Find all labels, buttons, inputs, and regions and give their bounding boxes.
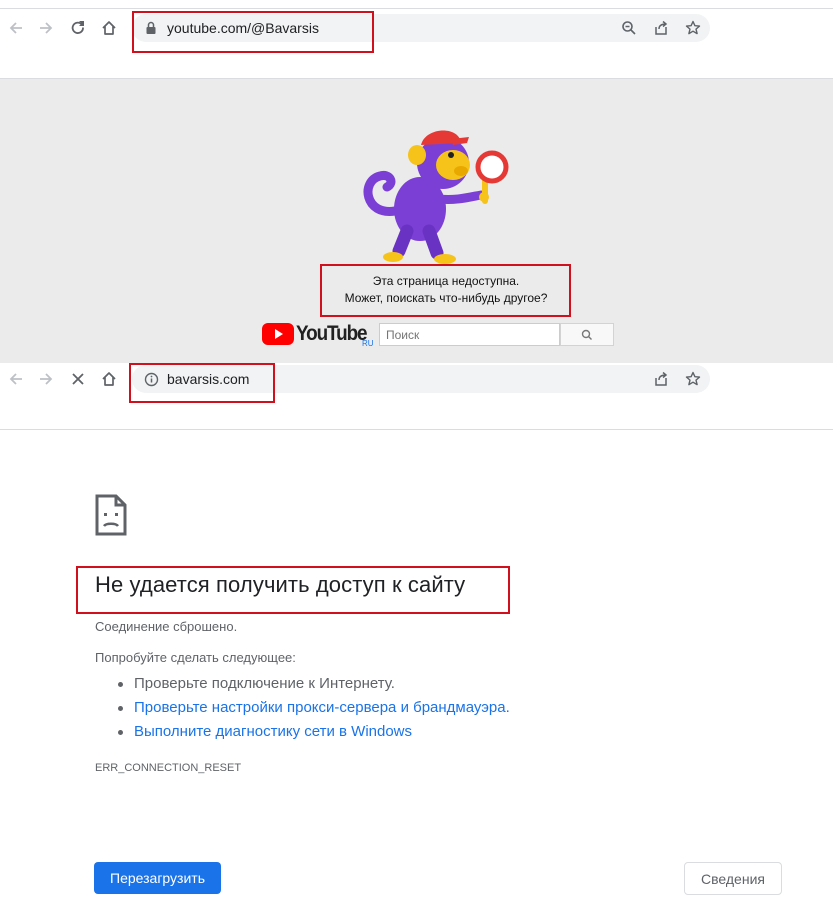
youtube-search-button[interactable] [560,323,614,346]
unavailable-line1: Эта страница недоступна. [372,274,520,288]
monkey-illustration [363,130,509,264]
forward-arrow-icon[interactable] [34,367,58,391]
sad-page-icon [95,494,127,541]
monkey-leg-right [422,224,444,260]
youtube-search-input[interactable] [379,323,560,346]
suggestions-list: Проверьте подключение к Интернету. Прове… [116,672,510,744]
star-icon[interactable] [681,16,705,40]
share-icon[interactable] [649,367,673,391]
lock-icon [145,21,157,40]
monkey-leg-left [392,224,414,258]
monkey-foot-right [434,254,456,264]
youtube-play-icon [262,323,294,345]
youtube-region-label: RU [362,339,374,348]
toolbar-top-line [0,8,833,9]
monkey-muzzle [454,166,468,176]
home-icon[interactable] [97,367,121,391]
youtube-logo-text: YouTube [296,322,368,345]
try-label: Попробуйте сделать следующее: [95,650,296,665]
suggestion-link-proxy[interactable]: Проверьте настройки прокси-сервера и бра… [116,696,510,720]
browser-toolbar-2: bavarsis.com [0,363,833,430]
magnifier-ring [475,150,509,184]
youtube-unavailable-panel: Эта страница недоступна. Может, поискать… [0,79,833,363]
details-button[interactable]: Сведения [684,862,782,895]
reload-button[interactable]: Перезагрузить [94,862,221,894]
back-arrow-icon[interactable] [4,367,28,391]
info-icon [144,372,159,392]
error-code: ERR_CONNECTION_RESET [95,762,242,774]
monkey-arm [434,190,486,204]
stop-icon[interactable] [66,367,90,391]
monkey-hand [479,192,489,202]
suggestion-link-diagnostics[interactable]: Выполните диагностику сети в Windows [116,720,510,744]
monkey-ear [408,145,426,165]
error-subtitle: Соединение сброшено. [95,619,238,634]
forward-arrow-icon[interactable] [34,16,58,40]
star-icon[interactable] [681,367,705,391]
back-arrow-icon[interactable] [4,16,28,40]
home-icon[interactable] [97,16,121,40]
url-text-1[interactable]: youtube.com/@Bavarsis [167,20,319,36]
monkey-eye [448,152,454,158]
zoom-icon[interactable] [617,16,641,40]
suggestion-item: Проверьте подключение к Интернету. [116,672,510,696]
reload-icon[interactable] [66,16,90,40]
error-title: Не удается получить доступ к сайту [95,572,466,597]
monkey-tail [363,170,400,216]
unavailable-message: Эта страница недоступна. Может, поискать… [322,273,570,307]
browser-toolbar-1: youtube.com/@Bavarsis [0,0,833,79]
unavailable-line2: Может, поискать что-нибудь другое? [344,291,548,305]
monkey-foot-left [383,252,403,262]
url-text-2[interactable]: bavarsis.com [167,371,249,387]
share-icon[interactable] [649,16,673,40]
search-icon [581,329,592,340]
